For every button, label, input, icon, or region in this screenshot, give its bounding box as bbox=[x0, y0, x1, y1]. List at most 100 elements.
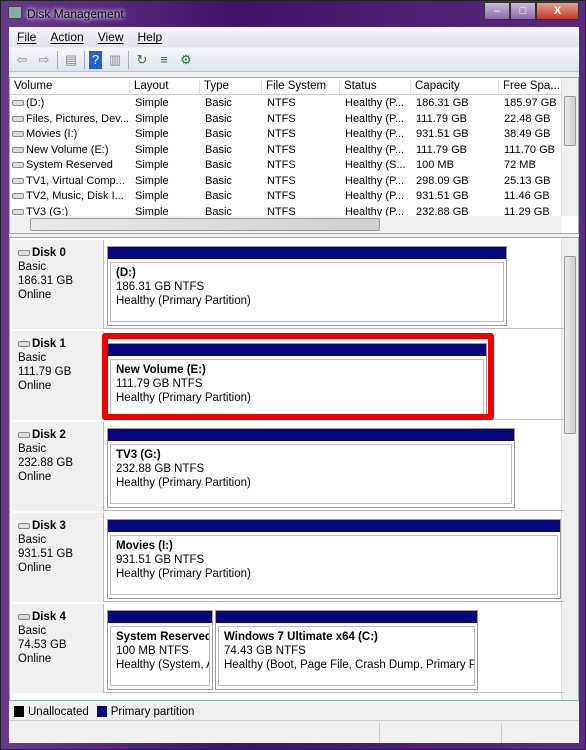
column-header[interactable]: Type bbox=[200, 80, 262, 95]
horizontal-scrollbar[interactable] bbox=[10, 216, 562, 233]
action-pane-button[interactable]: ▥ bbox=[106, 51, 124, 69]
cell: Healthy (S... bbox=[345, 159, 406, 171]
table-row[interactable]: (D:) Simple Basic NTFS Healthy (P... 186.31 G… bbox=[10, 96, 562, 112]
cell: Basic bbox=[205, 159, 232, 171]
cell: 931.51 GB bbox=[416, 128, 469, 140]
forward-icon: ⇨ bbox=[38, 51, 50, 67]
partition[interactable]: (D:) 186.31 GB NTFS Healthy (Primary Parti… bbox=[107, 246, 507, 326]
table-row[interactable]: Movies (I:) Simple Basic NTFS Healthy (P... 9… bbox=[10, 127, 562, 143]
primary-partition-bar bbox=[108, 247, 506, 259]
cell: 111.79 GB bbox=[416, 112, 467, 125]
column-header[interactable]: File System bbox=[262, 80, 340, 95]
partition-details: Movies (I:) 931.51 GB NTFS Healthy (Primar… bbox=[110, 535, 558, 595]
partition-title: Windows 7 Ultimate x64 (C:) bbox=[224, 631, 378, 643]
disk-name: Disk 3 bbox=[18, 519, 103, 533]
volume-name: New Volume (E:) bbox=[12, 144, 109, 156]
cell: Simple bbox=[135, 190, 169, 202]
disk-size: 111.79 GB bbox=[18, 366, 72, 378]
partition-size: 931.51 GB NTFS bbox=[116, 554, 205, 566]
menu-help[interactable]: Help bbox=[138, 30, 163, 44]
disk-icon bbox=[12, 100, 24, 106]
volume-name: TV1, Virtual Comp... bbox=[12, 175, 125, 187]
cell: Basic bbox=[205, 143, 232, 156]
partition[interactable]: Movies (I:) 931.51 GB NTFS Healthy (Primar… bbox=[107, 519, 561, 599]
table-row[interactable]: Files, Pictures, Dev... Simple Basic NTFS He… bbox=[10, 112, 562, 128]
properties-icon: ≡ bbox=[160, 52, 168, 67]
disk-label[interactable]: Disk 0 Basic 186.31 GB Online bbox=[12, 240, 104, 329]
refresh-button[interactable]: ↻ bbox=[133, 51, 151, 69]
app-icon bbox=[8, 6, 22, 19]
column-header[interactable]: Capacity bbox=[411, 80, 499, 95]
settings-icon: ⚙ bbox=[180, 51, 192, 67]
partition-status: Healthy (Primary Partition) bbox=[116, 295, 251, 307]
cell: 72 MB bbox=[504, 159, 536, 171]
disk-title: Disk 0 bbox=[32, 247, 66, 259]
partition-title: TV3 (G:) bbox=[116, 449, 161, 461]
partition[interactable]: System Reserved 100 MB NTFS Healthy (Syste… bbox=[107, 610, 213, 690]
partition[interactable]: Windows 7 Ultimate x64 (C:) 74.43 GB NTFS… bbox=[215, 610, 478, 690]
minimize-button[interactable]: – bbox=[484, 2, 510, 20]
column-header[interactable]: Status bbox=[340, 80, 411, 95]
disk-type: Basic bbox=[18, 352, 47, 364]
console-tree-button[interactable]: ▤ bbox=[62, 51, 80, 69]
disk-label[interactable]: Disk 1 Basic 111.79 GB Online bbox=[12, 331, 104, 420]
cell: 931.51 GB bbox=[416, 190, 469, 202]
column-header[interactable]: Volume bbox=[10, 80, 130, 95]
table-row[interactable]: New Volume (E:) Simple Basic NTFS Healthy (P… bbox=[10, 143, 562, 159]
disk-state: Online bbox=[18, 562, 52, 574]
disk-icon bbox=[12, 146, 24, 153]
menu-file[interactable]: File bbox=[17, 30, 36, 44]
menu-action[interactable]: Action bbox=[50, 30, 83, 44]
cell: NTFS bbox=[267, 143, 296, 156]
disk-label[interactable]: Disk 2 Basic 232.88 GB Online bbox=[12, 422, 104, 511]
disk-type: Basic bbox=[18, 625, 47, 637]
disk-icon bbox=[18, 614, 30, 620]
cell: 298.09 GB bbox=[416, 174, 469, 187]
disk-management-window: Disk Management – □ X File Action View H… bbox=[0, 0, 586, 750]
column-header[interactable]: Layout bbox=[130, 80, 200, 95]
volume-name: Movies (I:) bbox=[12, 128, 77, 140]
refresh-icon: ↻ bbox=[136, 51, 148, 67]
toolbar-separator bbox=[84, 50, 85, 69]
back-button[interactable]: ⇦ bbox=[13, 51, 31, 69]
vertical-scrollbar[interactable] bbox=[561, 78, 578, 216]
cell: Basic bbox=[205, 190, 232, 202]
toolbar: ⇦ ⇨ ▤? ▥ ↻ ≡ ⚙ bbox=[9, 48, 579, 72]
help-icon: ? bbox=[91, 52, 100, 67]
primary-partition-bar bbox=[108, 520, 560, 532]
cell: Healthy (P... bbox=[345, 174, 405, 187]
legend-primary-partition: Primary partition bbox=[110, 705, 195, 718]
disk-name: Disk 2 bbox=[18, 428, 103, 442]
close-button[interactable]: X bbox=[536, 2, 579, 20]
disk-label[interactable]: Disk 3 Basic 931.51 GB Online bbox=[12, 513, 104, 602]
console-tree-icon: ▤ bbox=[64, 51, 78, 67]
column-header[interactable]: Free Spa... bbox=[499, 80, 562, 95]
disk-label[interactable]: Disk 4 Basic 74.53 GB Online bbox=[12, 604, 104, 693]
table-row[interactable]: TV1, Virtual Comp... Simple Basic NTFS Healt… bbox=[10, 174, 562, 190]
window-title: Disk Management bbox=[27, 7, 124, 21]
back-icon: ⇦ bbox=[16, 51, 28, 67]
disk-name: Disk 0 bbox=[18, 246, 103, 260]
help-button[interactable]: ? bbox=[89, 50, 102, 69]
cell: Simple bbox=[135, 97, 169, 109]
forward-button[interactable]: ⇨ bbox=[35, 51, 53, 69]
properties-button[interactable]: ≡ bbox=[155, 51, 173, 69]
partition[interactable]: TV3 (G:) 232.88 GB NTFS Healthy (Primary P… bbox=[107, 428, 515, 508]
partition-title: System Reserved bbox=[116, 631, 210, 643]
partition-details: Windows 7 Ultimate x64 (C:) 74.43 GB NTFS… bbox=[218, 626, 475, 686]
disk-graphical-view: Disk 0 Basic 186.31 GB Online (D:) 186.31 GB … bbox=[9, 237, 579, 701]
toolbar-separator bbox=[128, 50, 129, 69]
settings-button[interactable]: ⚙ bbox=[177, 51, 195, 69]
cell: Simple bbox=[135, 159, 169, 171]
scroll-thumb[interactable] bbox=[564, 96, 576, 146]
disk-row: Disk 0 Basic 186.31 GB Online (D:) 186.31 GB … bbox=[12, 240, 564, 329]
scroll-thumb[interactable] bbox=[30, 218, 380, 231]
scroll-thumb[interactable] bbox=[564, 256, 576, 434]
cell: Healthy (P... bbox=[345, 112, 405, 125]
table-row[interactable]: TV2, Music, Disk I... Simple Basic NTFS Heal… bbox=[10, 189, 562, 205]
maximize-button[interactable]: □ bbox=[510, 2, 536, 20]
disk-type: Basic bbox=[18, 261, 47, 273]
cell: NTFS bbox=[267, 174, 296, 187]
menu-view[interactable]: View bbox=[98, 30, 124, 44]
table-row[interactable]: System Reserved Simple Basic NTFS Healthy (S… bbox=[10, 158, 562, 174]
